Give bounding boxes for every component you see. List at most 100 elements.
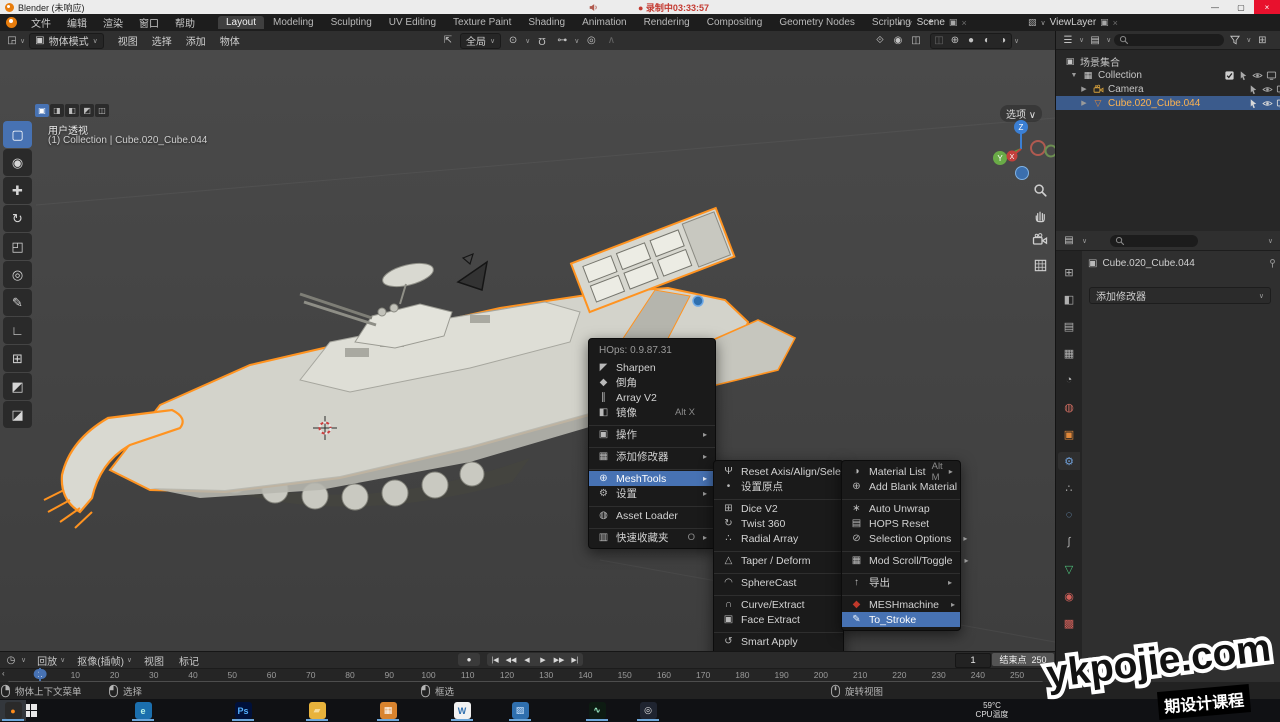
snap-target-icon[interactable]: ⊶ (554, 34, 570, 48)
menu-item[interactable]: ↺ Smart Apply (714, 634, 843, 649)
proportional-edit-icon[interactable]: ◎ (583, 34, 599, 48)
explorer-app[interactable]: ▰ (304, 700, 330, 721)
new-viewlayer-icon[interactable]: ▣ (1100, 17, 1109, 28)
new-scene-icon[interactable]: ▣ (949, 17, 958, 28)
maximize-button[interactable]: ▢ (1228, 0, 1254, 14)
editor-type-icon[interactable]: ◲ (4, 34, 20, 48)
menu-item[interactable] (589, 420, 715, 427)
menu-item[interactable]: ↻ Twist 360 (714, 516, 843, 531)
menu-item[interactable]: ✎ To_Stroke (842, 612, 960, 627)
workspace-tab[interactable]: Geometry Nodes (771, 16, 863, 29)
orientation-dropdown[interactable]: 全局∨ (460, 33, 501, 49)
prev-keyframe-button[interactable]: ◀◀ (503, 653, 519, 666)
jump-end-button[interactable]: ▶| (567, 653, 583, 666)
outliner-search-input[interactable] (1114, 34, 1224, 46)
menu-item[interactable]: ◑ Material List Alt M ▸ (842, 464, 960, 479)
scene-collection-row[interactable]: ▣ 场景集合 (1056, 54, 1280, 68)
selectable-icon[interactable] (1238, 70, 1249, 81)
frame-ruler[interactable]: 1102030405060708090100110120130140150160… (0, 668, 1055, 681)
ortho-grid-icon[interactable] (1031, 256, 1049, 274)
tab-tool[interactable]: ⊞ (1058, 263, 1080, 281)
rendered-shading-icon[interactable]: ◑ (995, 34, 1011, 48)
menu-item[interactable] (589, 523, 715, 530)
play-reverse-button[interactable]: ◀ (519, 653, 535, 666)
menu-item[interactable]: 窗口 (132, 14, 166, 31)
checkbox-icon[interactable] (1224, 70, 1235, 81)
viewport-menu-item[interactable]: 视图 (112, 33, 144, 48)
menu-item[interactable] (842, 494, 960, 501)
outliner-display-icon[interactable]: ▤ (1087, 33, 1103, 47)
gizmo-icon[interactable]: ⟐ (872, 34, 888, 48)
zoom-icon[interactable] (1031, 181, 1049, 199)
menu-item[interactable]: 帮助 (168, 14, 202, 31)
tab-constraints[interactable]: ∫ (1058, 533, 1080, 551)
intersect-mode[interactable]: ◫ (95, 104, 109, 117)
properties-search-input[interactable] (1110, 235, 1198, 247)
select-box-tool[interactable]: ▢ (3, 121, 32, 148)
tab-texture[interactable]: ▩ (1058, 614, 1080, 632)
menu-item[interactable] (714, 590, 843, 597)
pin-icon[interactable] (1267, 258, 1278, 269)
menu-item[interactable]: ◤ Sharpen (589, 360, 715, 375)
menu-item[interactable] (589, 442, 715, 449)
menu-item[interactable] (714, 627, 843, 634)
close-button[interactable]: × (1254, 0, 1280, 14)
menu-item[interactable]: Ψ Reset Axis/Align/Select (714, 464, 843, 479)
cursor-tool[interactable]: ◉ (3, 149, 32, 176)
disclosure-triangle[interactable]: ▶ (1080, 85, 1088, 93)
timeline-menu-item[interactable]: 回放∨ (32, 653, 70, 668)
viewport-disable-icon[interactable] (1276, 98, 1280, 109)
tab-modifiers[interactable]: ⚙ (1058, 452, 1080, 470)
menu-item[interactable]: ∴ Radial Array (714, 531, 843, 546)
menu-item[interactable]: ◠ SphereCast (714, 575, 843, 590)
pivot-icon[interactable]: ⊙ (505, 34, 521, 48)
menu-item[interactable]: ◆ MESHmachine ▸ (842, 597, 960, 612)
add-modifier-dropdown[interactable]: 添加修改器 ∨ (1089, 287, 1271, 304)
menu-item[interactable]: ◍ Asset Loader (589, 508, 715, 523)
end-frame-field[interactable]: 结束点 250 (992, 653, 1054, 666)
timeline-menu-item[interactable]: 标记 (174, 653, 207, 668)
menu-item[interactable] (714, 546, 843, 553)
menu-item[interactable]: ⚙ 设置 ▸ (589, 486, 715, 501)
workspace-tab[interactable]: Texture Paint (445, 16, 519, 29)
menu-item[interactable]: ⊞ Dice V2 (714, 501, 843, 516)
menu-item[interactable]: 文件 (24, 14, 58, 31)
menu-item[interactable]: • 设置原点 (714, 479, 843, 494)
corner-tool[interactable]: ◪ (3, 401, 32, 428)
pan-hand-icon[interactable] (1031, 206, 1049, 224)
menu-item[interactable] (589, 464, 715, 471)
workspace-tab[interactable]: Sculpting (323, 16, 380, 29)
audition-app[interactable]: ∿ (584, 700, 610, 721)
menu-item[interactable]: ▥ 快速收藏夹 O ▸ (589, 530, 715, 545)
menu-item[interactable]: ▣ 操作 ▸ (589, 427, 715, 442)
menu-item[interactable]: ⊘ Selection Options ▸ (842, 531, 960, 546)
minimize-button[interactable]: — (1202, 0, 1228, 14)
menu-item[interactable]: ⊕ MeshTools ▸ (589, 471, 715, 486)
subtract-mode[interactable]: ◧ (65, 104, 79, 117)
tab-object-data[interactable]: ▽ (1058, 560, 1080, 578)
unlink-scene-icon[interactable]: × (961, 18, 966, 28)
workspace-tab[interactable]: Rendering (636, 16, 698, 29)
menu-item[interactable] (589, 501, 715, 508)
falloff-icon[interactable]: ∧ (603, 34, 619, 48)
edge-app[interactable]: e (130, 700, 156, 721)
photos-app[interactable]: ▨ (507, 700, 533, 721)
scene-selector[interactable]: ◐∨ Scene ▣ × (898, 17, 967, 28)
selectable-icon[interactable] (1248, 98, 1259, 109)
menu-item[interactable]: ▦ Mod Scroll/Toggle ▸ (842, 553, 960, 568)
menu-item[interactable]: ∗ Auto Unwrap (842, 501, 960, 516)
workspace-tab[interactable]: UV Editing (381, 16, 444, 29)
menu-item[interactable]: 渲染 (96, 14, 130, 31)
viewport-disable-icon[interactable] (1266, 70, 1277, 81)
filter-icon[interactable] (1227, 33, 1243, 47)
menu-item[interactable]: ▤ HOPS Reset (842, 516, 960, 531)
wireframe-shading-icon[interactable]: ⊕ (947, 34, 963, 48)
menu-item[interactable] (842, 546, 960, 553)
mode-dropdown[interactable]: ▣ 物体模式 ∨ (29, 33, 104, 49)
viewport-menu-item[interactable]: 选择 (146, 33, 178, 48)
menu-item[interactable]: ∥ Array V2 (589, 390, 715, 405)
material-shading-icon[interactable]: ◐ (979, 34, 995, 48)
remove-viewlayer-icon[interactable]: × (1113, 18, 1118, 28)
disclosure-triangle[interactable]: ▼ (1070, 72, 1078, 79)
tab-material[interactable]: ◉ (1058, 587, 1080, 605)
